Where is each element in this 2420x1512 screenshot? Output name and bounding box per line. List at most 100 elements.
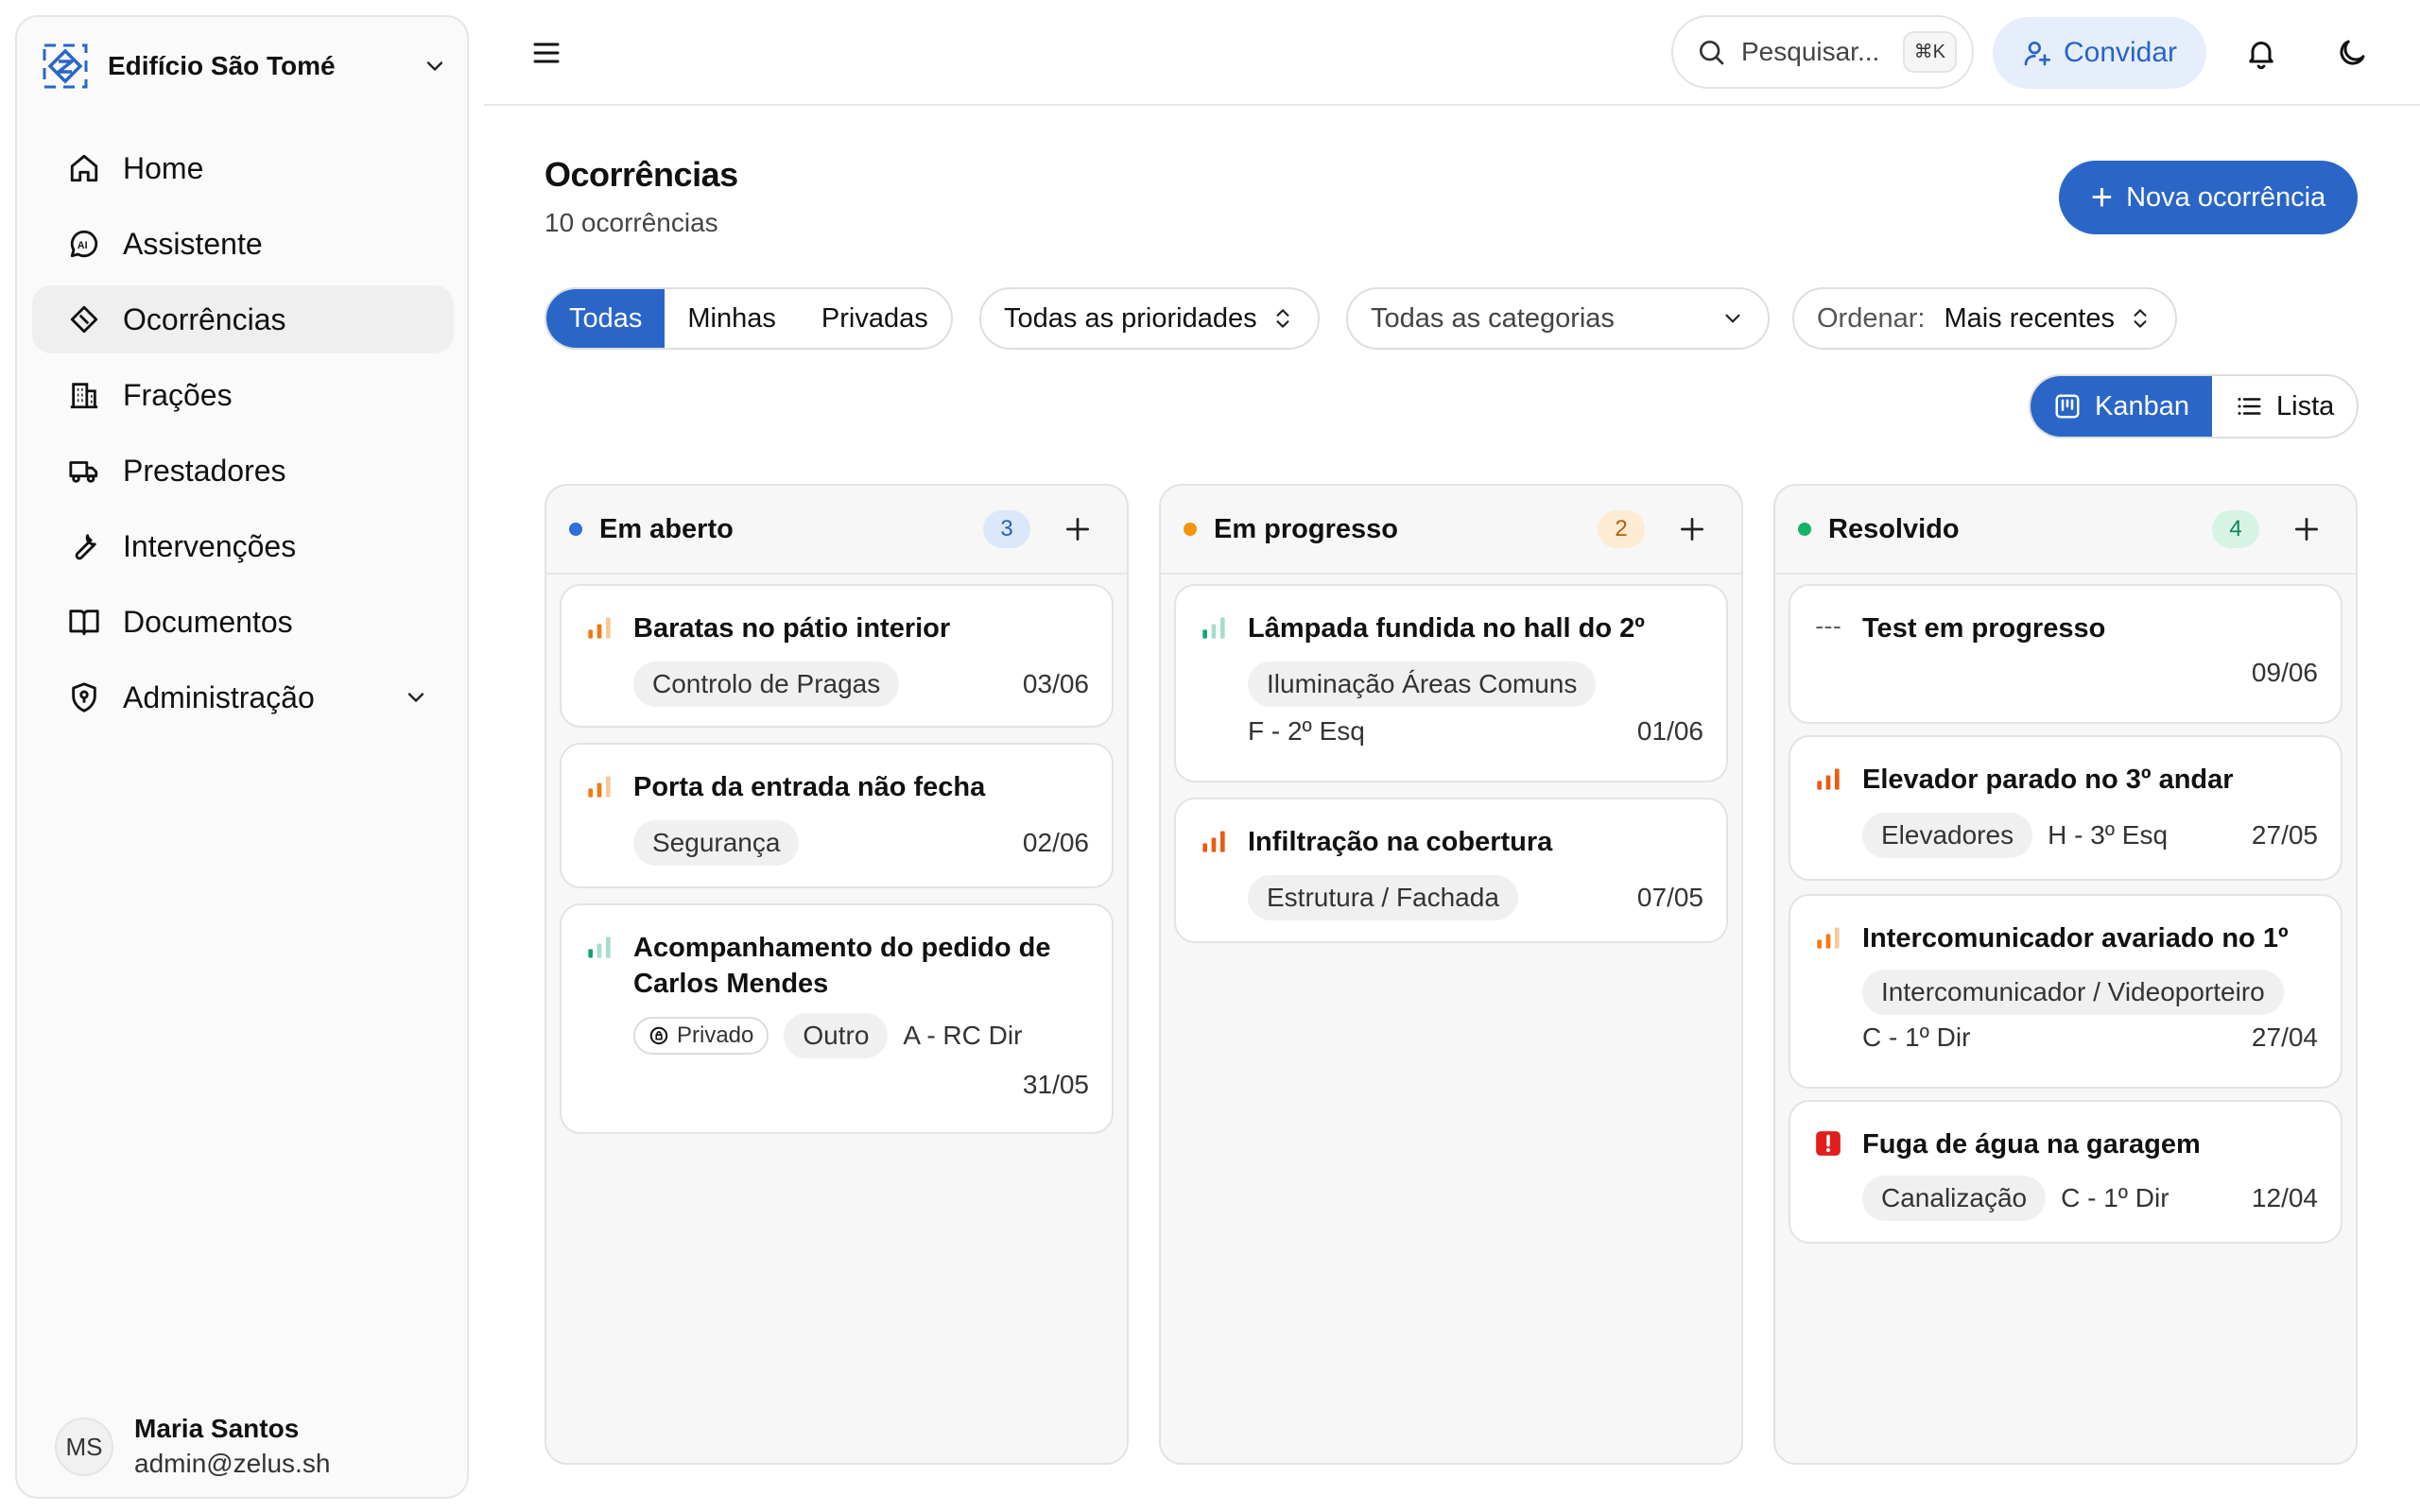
card-title: Acompanhamento do pedido de Carlos Mende… [633,933,1051,999]
user-plus-icon [2024,42,2050,66]
occurrence-card[interactable]: Intercomunicador avariado no 1º Intercom… [1789,894,2342,1089]
card-date: 02/06 [1022,828,1089,857]
occurrence-card[interactable]: Lâmpada fundida no hall do 2º Iluminação… [1174,584,1728,782]
new-occurrence-button[interactable]: + Nova ocorrência [2059,161,2358,234]
column-title: Resolvido [1828,513,1960,544]
invite-button[interactable]: Convidar [1993,17,2206,89]
sidebar-item-assistente[interactable]: AI Assistente [32,210,454,278]
card-meta: 09/06 [1862,658,2318,688]
private-label: Privado [677,1022,754,1048]
occurrence-card[interactable]: Infiltração na cobertura Estrutura / Fac… [1174,798,1728,943]
occurrence-card[interactable]: Fuga de água na garagem Canalização C - … [1789,1100,2342,1244]
occurrence-card[interactable]: Test em progresso 09/06 [1789,584,2342,724]
chevron-down-icon [426,61,443,72]
priority-none-icon [1816,626,1841,629]
occurrence-card[interactable]: Acompanhamento do pedido de Carlos Mende… [560,903,1114,1134]
list-icon [2238,398,2261,415]
card-meta: 31/05 [633,1070,1089,1100]
chevrons-up-down-icon [1276,309,1289,328]
card-meta: Controlo de Pragas 03/06 [633,662,1089,707]
column-header: Resolvido 4 [1775,486,2356,575]
bell-icon[interactable] [2244,36,2278,70]
order-label: Ordenar: [1817,302,1926,334]
search-icon [1700,41,1724,65]
card-meta: Iluminação Áreas Comuns [1248,662,1703,707]
sidebar-item-documentos[interactable]: Documentos [32,588,454,656]
wrench-icon [75,534,96,560]
column-count-badge: 4 [2212,510,2259,548]
priority-medium-icon [588,776,611,798]
sidebar-item-ocorrencias[interactable]: Ocorrências [32,285,454,353]
column-header: Em aberto 3 [546,486,1127,575]
ai-chat-icon: AI [70,230,98,258]
priority-high-icon [1202,831,1225,852]
kanban-column-in-progress: Em progresso 2 Lâmpada fundida no hall d… [1159,484,1743,1465]
sidebar-item-label: Frações [123,377,233,412]
card-date: 09/06 [2251,658,2318,687]
priority-select[interactable]: Todas as prioridades [979,287,1320,350]
add-card-icon[interactable] [1063,514,1093,544]
add-card-icon[interactable] [1677,514,1707,544]
occurrence-card[interactable]: Porta da entrada não fecha Segurança 02/… [560,743,1114,888]
occurrence-card[interactable]: Elevador parado no 3º andar Elevadores H… [1789,735,2342,881]
search-button[interactable]: Pesquisar... ⌘K [1671,15,1974,89]
sidebar-item-label: Documentos [123,604,293,639]
plus-icon: + [2090,177,2114,218]
status-dot [1184,523,1197,536]
occurrence-card[interactable]: Baratas no pátio interior Controlo de Pr… [560,584,1114,728]
sidebar-item-label: Ocorrências [123,301,286,336]
user-menu[interactable]: MS Maria Santos admin@zelus.sh [55,1412,330,1482]
svg-text:AI: AI [78,240,88,251]
unit-label: A - RC Dir [903,1021,1023,1050]
list-view-button[interactable]: Lista [2212,376,2357,437]
category-chip: Segurança [633,820,800,866]
column-title: Em progresso [1214,513,1398,544]
card-date: 12/04 [2251,1183,2318,1212]
unit-label: C - 1º Dir [1862,1022,1971,1052]
priority-low-icon [1202,617,1225,639]
card-title: Test em progresso [1862,613,2106,644]
topbar: Pesquisar... ⌘K Convidar [484,0,2420,106]
view-toggle: Kanban Lista [2029,374,2360,438]
card-date: 03/06 [1022,669,1089,698]
card-meta: Intercomunicador / Videoporteiro [1862,970,2318,1015]
scope-mine-tab[interactable]: Minhas [665,289,799,348]
unit-label: C - 1º Dir [2061,1183,2169,1212]
category-select[interactable]: Todas as categorias [1346,287,1770,350]
chevron-down-icon [1725,314,1740,323]
card-title: Lâmpada fundida no hall do 2º [1248,613,1645,644]
kanban-view-button[interactable]: Kanban [2031,376,2212,437]
card-title: Infiltração na cobertura [1248,827,1553,857]
org-switcher[interactable]: Edifício São Tomé [42,36,448,96]
search-placeholder: Pesquisar... [1741,37,1880,66]
scope-private-tab[interactable]: Privadas [799,289,951,348]
card-meta: F - 2º Esq 01/06 [1248,716,1703,747]
chevron-down-icon [407,693,424,703]
priority-select-value: Todas as prioridades [1004,302,1257,334]
sidebar-item-intervencoes[interactable]: Intervenções [32,512,454,580]
menu-icon[interactable] [529,36,563,70]
kanban-label: Kanban [2095,390,2189,421]
category-chip: Estrutura / Fachada [1248,875,1518,920]
column-title: Em aberto [599,513,734,544]
order-select[interactable]: Ordenar: Mais recentes [1792,287,2177,350]
priority-medium-icon [588,617,611,639]
card-title: Porta da entrada não fecha [633,772,986,802]
sidebar-item-administracao[interactable]: Administração [32,663,454,731]
card-title: Baratas no pátio interior [633,613,951,644]
scope-all-tab[interactable]: Todas [546,289,666,348]
sidebar-item-prestadores[interactable]: Prestadores [32,437,454,505]
status-dot [569,523,582,536]
card-date: 31/05 [1022,1070,1089,1099]
sidebar-item-home[interactable]: Home [32,134,454,202]
card-title: Elevador parado no 3º andar [1862,765,2234,795]
sidebar-item-label: Prestadores [123,453,286,488]
status-dot [1798,523,1811,536]
column-count-badge: 3 [983,510,1030,548]
keyboard-shortcut: ⌘K [1902,31,1957,73]
moon-icon[interactable] [2335,36,2369,70]
lock-circle-icon [649,1026,668,1045]
add-card-icon[interactable] [2291,514,2322,544]
category-chip: Controlo de Pragas [633,662,900,707]
sidebar-item-fracoes[interactable]: Frações [32,361,454,429]
